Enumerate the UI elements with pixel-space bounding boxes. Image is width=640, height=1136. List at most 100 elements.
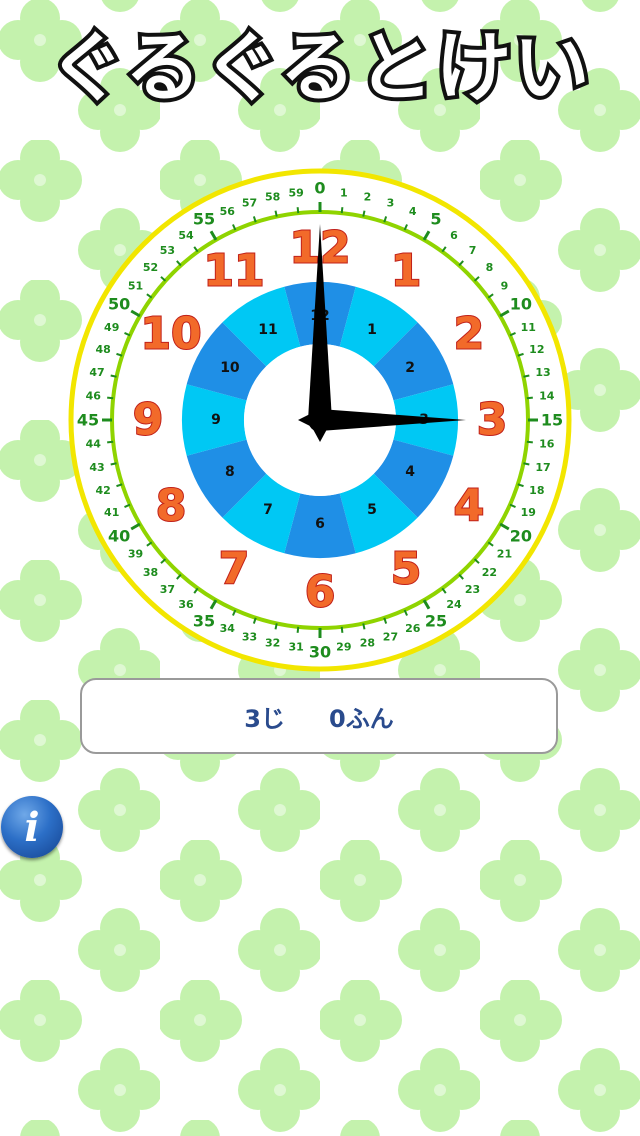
app-title: ぐるぐるとけい [45,19,594,116]
minute-tick [526,396,533,400]
hour-numeral: 10 [140,309,201,360]
minute-label: 42 [96,484,111,497]
minute-label: 24 [446,598,462,611]
minute-tick [526,440,533,444]
minute-tick [110,462,117,466]
minute-label: 33 [242,630,257,643]
minute-label: 41 [104,506,119,519]
minute-tick [523,374,530,378]
info-button[interactable]: i [1,796,63,858]
minute-label: 23 [465,583,480,596]
minute-label: 22 [482,566,497,579]
minute-label: 17 [535,461,550,474]
minute-tick [362,623,366,630]
minute-label: 34 [220,622,236,635]
minute-label: 27 [383,630,398,643]
hour-numeral: 6 [305,567,336,618]
minute-label: 10 [510,295,532,314]
minute-label: 43 [89,461,104,474]
minute-label: 0 [314,179,325,198]
minute-label: 21 [497,548,512,561]
minute-label: 3 [387,197,395,210]
minute-label: 1 [340,187,348,200]
minute-label: 12 [529,343,544,356]
minute-label: 32 [265,637,280,650]
minute-label: 38 [143,566,158,579]
minute-tick [296,626,300,633]
hour-numeral: 9 [133,395,164,446]
minute-label: 59 [289,187,304,200]
minute-tick [274,623,278,630]
minute-label: 54 [178,229,194,242]
inner-hour-number: 11 [258,322,277,338]
inner-hour-number: 1 [367,322,377,338]
time-display: 3じ 0ふん [80,678,558,754]
minute-label: 40 [108,527,130,546]
minute-label: 30 [309,643,331,662]
minute-label: 56 [220,205,236,218]
minute-label: 9 [501,279,509,292]
minute-label: 15 [541,411,563,430]
minute-tick [296,207,300,214]
minute-label: 16 [539,437,555,450]
minute-label: 45 [77,411,99,430]
minute-label: 39 [128,548,143,561]
minute-label: 44 [86,437,102,450]
inner-hour-number: 10 [220,360,240,376]
minute-label: 28 [360,637,375,650]
minute-label: 48 [96,343,111,356]
minute-label: 25 [425,611,447,630]
minute-label: 14 [539,390,555,403]
minute-label: 4 [409,205,417,218]
hour-numeral: 4 [454,481,485,532]
minute-label: 31 [289,640,304,653]
hour-numeral: 5 [391,543,422,594]
minute-label: 58 [265,190,280,203]
minute-label: 11 [521,321,536,334]
minute-tick [110,374,117,378]
minute-tick [340,207,344,214]
minute-label: 7 [469,244,477,257]
minute-label: 47 [89,366,104,379]
hour-text: 3じ [244,704,285,733]
hour-numeral: 11 [203,246,264,297]
minute-tick [107,440,114,444]
hour-numeral: 8 [156,481,187,532]
clock-face[interactable]: 0 1 2 34 56789101112131415161718192021222324… [66,166,574,674]
minute-label: 26 [405,622,421,635]
inner-hour-number: 5 [367,502,377,518]
minute-label: 49 [104,321,119,334]
minute-tick [340,626,344,633]
minute-label: 57 [242,197,257,210]
hour-numeral: 3 [477,395,508,446]
minute-label: 2 [364,190,372,203]
hour-numeral: 1 [391,246,422,297]
minute-label: 55 [193,210,215,229]
minute-label: 8 [486,261,494,274]
minute-label: 13 [535,366,550,379]
minute-label: 50 [108,295,130,314]
minute-label: 53 [160,244,175,257]
minute-text: 0ふん [329,704,394,733]
minute-tick [107,396,114,400]
minute-label: 46 [86,390,102,403]
minute-label: 19 [521,506,536,519]
minute-label: 36 [178,598,194,611]
clock-center-pin [308,408,332,432]
minute-label: 18 [529,484,544,497]
minute-label: 29 [336,640,351,653]
minute-tick [274,210,278,217]
info-icon: i [24,803,40,851]
inner-hour-number: 9 [211,412,221,428]
inner-hour-number: 6 [315,516,325,532]
hour-numeral: 2 [454,309,485,360]
minute-tick [523,462,530,466]
minute-label: 52 [143,261,158,274]
inner-hour-number: 4 [405,464,415,480]
inner-hour-number: 8 [225,464,235,480]
inner-hour-number: 2 [405,360,415,376]
minute-tick [362,210,366,217]
minute-label: 51 [128,279,143,292]
minute-label: 5 [430,210,441,229]
minute-label: 35 [193,611,215,630]
